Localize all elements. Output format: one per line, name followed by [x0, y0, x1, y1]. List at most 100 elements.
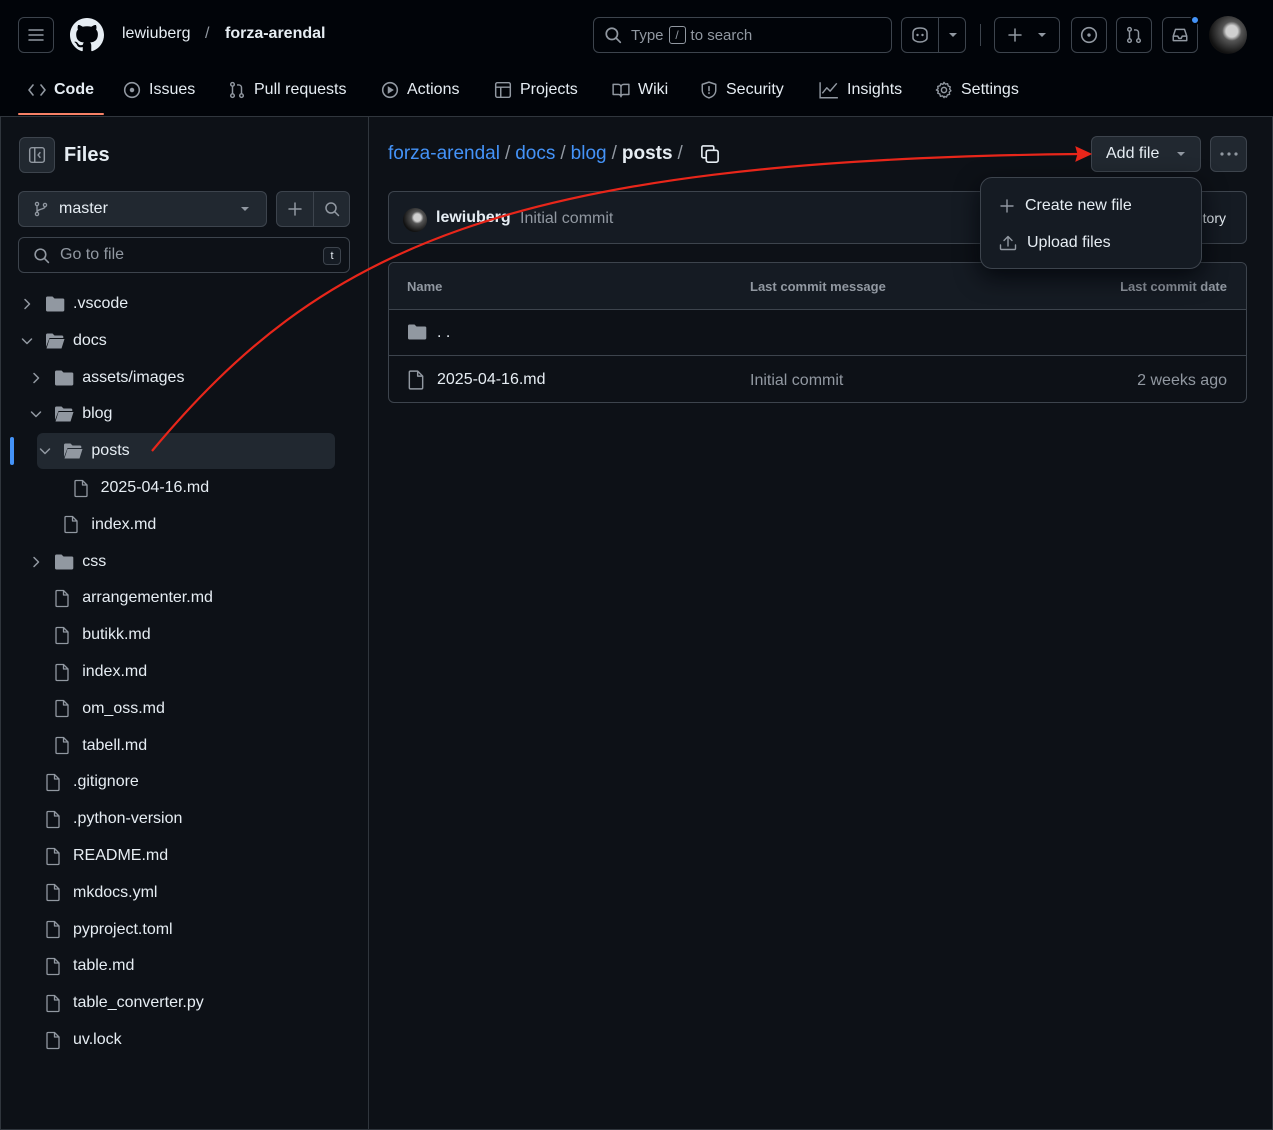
- copy-path-button[interactable]: [698, 142, 722, 166]
- tab-wiki[interactable]: Wiki: [612, 78, 668, 102]
- tree-item-label: assets/images: [82, 368, 185, 386]
- tree-item-label: table_converter.py: [73, 994, 204, 1012]
- column-date-header: Last commit date: [1120, 279, 1227, 294]
- tree-file-item[interactable]: .python-version: [19, 801, 341, 837]
- branch-selector[interactable]: master: [18, 191, 267, 227]
- tree-file-item[interactable]: index.md: [37, 507, 341, 543]
- tree-file-item[interactable]: om_oss.md: [28, 691, 341, 727]
- file-icon: [45, 1031, 65, 1050]
- add-file-button[interactable]: Add file: [1091, 136, 1201, 172]
- commit-author[interactable]: lewiuberg: [436, 209, 511, 227]
- tree-folder-item[interactable]: posts: [37, 433, 335, 470]
- more-options-button[interactable]: [1210, 136, 1247, 172]
- repo-link[interactable]: forza-arendal: [225, 25, 325, 43]
- tab-projects[interactable]: Projects: [494, 78, 578, 102]
- copilot-button[interactable]: [901, 17, 966, 53]
- tab-settings-label: Settings: [961, 81, 1019, 98]
- hamburger-icon: [28, 29, 44, 41]
- tree-folder-item[interactable]: assets/images: [28, 360, 341, 396]
- tab-code[interactable]: Code: [28, 78, 94, 102]
- search-icon: [605, 27, 622, 44]
- breadcrumb-repo[interactable]: forza-arendal: [388, 143, 500, 165]
- tree-file-item[interactable]: table_converter.py: [19, 985, 341, 1021]
- tab-security[interactable]: Security: [700, 78, 784, 102]
- menu-item-upload-files[interactable]: Upload files: [981, 224, 1201, 261]
- tab-insights-label: Insights: [847, 81, 903, 98]
- file-tree-sidebar: Files master Go to file t .vscode docs ass…: [1, 117, 369, 1129]
- file-name[interactable]: 2025-04-16.md: [437, 371, 546, 389]
- search-icon[interactable]: [324, 201, 340, 217]
- search-prefix: Type: [631, 26, 664, 44]
- sidebar-title: Files: [64, 144, 110, 166]
- tree-file-item[interactable]: table.md: [19, 948, 341, 984]
- chevron-down-icon[interactable]: [37, 446, 53, 456]
- selected-indicator: [10, 437, 14, 465]
- tree-folder-item[interactable]: blog: [28, 396, 341, 432]
- commit-message[interactable]: Initial commit: [520, 210, 613, 228]
- create-new-button[interactable]: [994, 17, 1060, 53]
- github-logo-icon[interactable]: [70, 18, 104, 52]
- code-icon: [28, 84, 46, 96]
- tree-file-item[interactable]: tabell.md: [28, 728, 341, 764]
- sidebar-collapse-icon: [28, 146, 46, 164]
- tree-item-label: butikk.md: [82, 626, 151, 644]
- parent-directory-row[interactable]: . .: [389, 310, 1246, 356]
- table-row[interactable]: 2025-04-16.md Initial commit 2 weeks ago: [389, 357, 1246, 402]
- tab-actions[interactable]: Actions: [381, 78, 459, 102]
- column-message-header: Last commit message: [750, 279, 886, 294]
- user-avatar[interactable]: [1209, 16, 1247, 54]
- owner-link[interactable]: lewiuberg: [122, 25, 190, 43]
- column-name-header: Name: [407, 279, 443, 294]
- tab-projects-label: Projects: [520, 81, 578, 98]
- tree-folder-item[interactable]: docs: [19, 323, 341, 359]
- chevron-down-icon: [1038, 33, 1046, 37]
- tab-pull-requests[interactable]: Pull requests: [228, 78, 347, 102]
- tree-file-item[interactable]: arrangementer.md: [28, 580, 341, 616]
- tab-pull-requests-label: Pull requests: [254, 81, 347, 98]
- commit-author-avatar[interactable]: [403, 208, 427, 232]
- chevron-right-icon[interactable]: [19, 298, 35, 310]
- breadcrumb-docs[interactable]: docs: [515, 143, 555, 165]
- inbox-icon: [1172, 28, 1188, 42]
- breadcrumb-separator: /: [677, 143, 683, 164]
- tree-file-item[interactable]: index.md: [28, 654, 341, 690]
- history-link[interactable]: tory: [1203, 210, 1226, 226]
- chevron-down-icon[interactable]: [19, 336, 35, 346]
- file-icon: [54, 589, 74, 608]
- menu-button[interactable]: [18, 17, 54, 53]
- chevron-down-icon[interactable]: [28, 409, 44, 419]
- menu-item-label: Upload files: [1027, 233, 1111, 251]
- file-icon: [73, 479, 93, 498]
- collapse-sidebar-button[interactable]: [19, 137, 55, 173]
- chevron-down-icon[interactable]: [948, 32, 958, 38]
- file-icon: [45, 810, 65, 829]
- tab-insights[interactable]: Insights: [819, 78, 902, 102]
- tree-file-item[interactable]: 2025-04-16.md: [47, 470, 341, 506]
- your-issues-button[interactable]: [1071, 17, 1107, 53]
- menu-item-create-new-file[interactable]: Create new file: [981, 187, 1201, 224]
- inbox-button[interactable]: [1162, 15, 1200, 53]
- tree-file-item[interactable]: mkdocs.yml: [19, 875, 341, 911]
- search-shortcut-key: /: [668, 26, 686, 44]
- breadcrumb-blog[interactable]: blog: [571, 143, 607, 165]
- file-commit-message[interactable]: Initial commit: [750, 372, 843, 390]
- file-icon: [54, 626, 74, 645]
- tree-folder-item[interactable]: .vscode: [19, 286, 341, 322]
- tree-file-item[interactable]: README.md: [19, 838, 341, 874]
- chevron-right-icon[interactable]: [28, 372, 44, 384]
- your-pull-requests-button[interactable]: [1116, 17, 1152, 53]
- tree-file-item[interactable]: pyproject.toml: [19, 912, 341, 948]
- breadcrumb: forza-arendal / docs / blog / posts /: [388, 143, 688, 165]
- tree-item-label: docs: [73, 331, 107, 349]
- plus-icon[interactable]: [287, 201, 303, 217]
- go-to-file-input[interactable]: Go to file t: [18, 237, 350, 273]
- tree-file-item[interactable]: butikk.md: [28, 617, 341, 653]
- search-input[interactable]: Type / to search: [593, 17, 892, 53]
- tree-item-label: css: [82, 552, 107, 570]
- tab-settings[interactable]: Settings: [935, 78, 1019, 102]
- tree-folder-item[interactable]: css: [28, 544, 341, 580]
- tree-file-item[interactable]: .gitignore: [19, 764, 341, 800]
- tab-issues[interactable]: Issues: [123, 78, 195, 102]
- tree-file-item[interactable]: uv.lock: [19, 1022, 341, 1058]
- chevron-right-icon[interactable]: [28, 556, 44, 568]
